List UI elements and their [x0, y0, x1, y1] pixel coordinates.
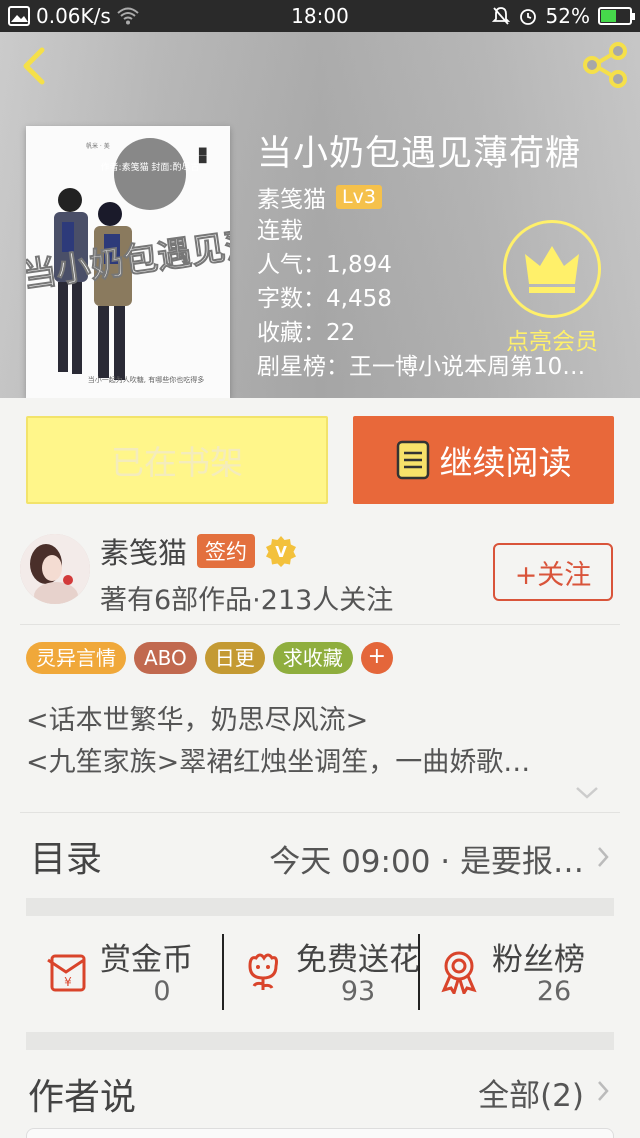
on-shelf-label: 已在书架 [111, 443, 243, 482]
tag-abo[interactable]: ABO [134, 642, 197, 674]
svg-text:V: V [275, 543, 287, 561]
tag-list: 灵异言情 ABO 日更 求收藏 + [26, 642, 393, 674]
continue-reading-button[interactable]: 继续阅读 [353, 416, 614, 504]
section-band [26, 1032, 614, 1050]
status-bar: 0.06K/s 18:00 52% [0, 0, 640, 32]
on-shelf-button[interactable]: 已在书架 [26, 416, 328, 504]
stats-row: ¥ 赏金币 0 免费送花 93 粉丝榜 26 [26, 930, 614, 1016]
stat-label: 免费送花 [296, 942, 420, 978]
section-band [26, 898, 614, 916]
tag-lingyi[interactable]: 灵异言情 [26, 642, 126, 674]
add-tag-button[interactable]: + [360, 642, 393, 674]
cover-top-text: 帆米 · 美 [86, 142, 110, 150]
divider [20, 812, 620, 813]
book-author[interactable]: 素笺猫 [257, 180, 326, 214]
chevron-right-icon [598, 1081, 609, 1101]
author-summary: 著有6部作品·213人关注 [100, 585, 394, 616]
toc-label: 目录 [30, 839, 103, 880]
book-icon [396, 440, 429, 480]
cover-circle-text: 作者:素笺猫 封面:酌尽古 [101, 161, 200, 173]
avatar-image [20, 534, 90, 604]
tag-daily[interactable]: 日更 [204, 642, 265, 674]
action-buttons: 已在书架 继续阅读 [26, 416, 614, 504]
stat-value: 0 [153, 976, 171, 1007]
tag-favorite[interactable]: 求收藏 [272, 642, 353, 674]
cover-illustration: 帆米 · 美 ■ ■ 作者:素笺猫 封面:酌尽古 当小奶包遇见薄荷糖 当小一起为… [26, 126, 230, 398]
divider [20, 624, 620, 625]
cover-tagline: 当小一起为人吹糖, 有哪些你也吃得多 [88, 375, 204, 384]
stat-flower[interactable]: 免费送花 93 [222, 930, 420, 1016]
book-cover[interactable]: 帆米 · 美 ■ ■ 作者:素笺猫 封面:酌尽古 当小奶包遇见薄荷糖 当小一起为… [26, 126, 230, 398]
stat-value: 26 [536, 976, 572, 1007]
stat-reward[interactable]: ¥ 赏金币 0 [26, 930, 222, 1016]
share-button[interactable] [580, 40, 630, 90]
description-line: <九笙家族>翠裙红烛坐调笙，一曲娇歌… [26, 747, 531, 778]
medal-icon [441, 951, 477, 994]
stat-label: 赏金币 [100, 942, 193, 978]
flower-icon [248, 953, 278, 990]
author-says-row[interactable]: 作者说 全部(2) [26, 1060, 614, 1120]
avatar[interactable] [20, 534, 90, 604]
vip-label: 点亮会员 [506, 329, 598, 355]
author-name[interactable]: 素笺猫 [100, 530, 187, 572]
red-envelope-icon: ¥ [47, 954, 86, 992]
stat-fans[interactable]: 粉丝榜 26 [418, 930, 614, 1016]
chevron-right-icon [598, 847, 609, 867]
book-header: 0.06K/s 18:00 52% 帆米 · 美 ■ ■ 作者:素笺猫 封面:酌… [0, 0, 640, 398]
stat-label: 粉丝榜 [492, 942, 585, 978]
back-button[interactable] [14, 44, 54, 88]
latest-chapter: 今天 09:00 · 是要报… [269, 844, 584, 880]
description-line: <话本世繁华，奶思尽风流> [26, 705, 369, 736]
book-description[interactable]: <话本世繁华，奶思尽风流> <九笙家族>翠裙红烛坐调笙，一曲娇歌… [26, 700, 616, 784]
table-of-contents-row[interactable]: 目录 今天 09:00 · 是要报… [26, 826, 614, 888]
level-badge: Lv3 [336, 185, 382, 209]
mute-bell-icon [491, 7, 510, 25]
continue-reading-label: 继续阅读 [439, 443, 572, 482]
stat-divider [222, 934, 224, 1010]
crown-icon [525, 246, 579, 293]
follow-button[interactable]: +关注 [493, 543, 613, 601]
vip-badge[interactable]: 点亮会员 [497, 220, 607, 360]
battery-icon [598, 7, 635, 25]
svg-text:¥: ¥ [64, 975, 72, 989]
chevron-down-icon[interactable] [575, 785, 599, 801]
view-all-link[interactable]: 全部(2) [478, 1070, 584, 1115]
stat-divider [418, 934, 420, 1010]
author-card: 素笺猫 签约 V 著有6部作品·213人关注 +关注 [0, 526, 640, 622]
signed-badge: 签约 [197, 534, 256, 568]
book-title: 当小奶包遇见薄荷糖 [257, 134, 582, 174]
battery-percent: 52% [545, 4, 590, 28]
verified-icon: V [266, 536, 297, 567]
author-says-label: 作者说 [28, 1077, 137, 1118]
alarm-icon [519, 9, 536, 25]
stat-value: 93 [340, 976, 376, 1007]
author-post-card[interactable] [26, 1128, 614, 1138]
